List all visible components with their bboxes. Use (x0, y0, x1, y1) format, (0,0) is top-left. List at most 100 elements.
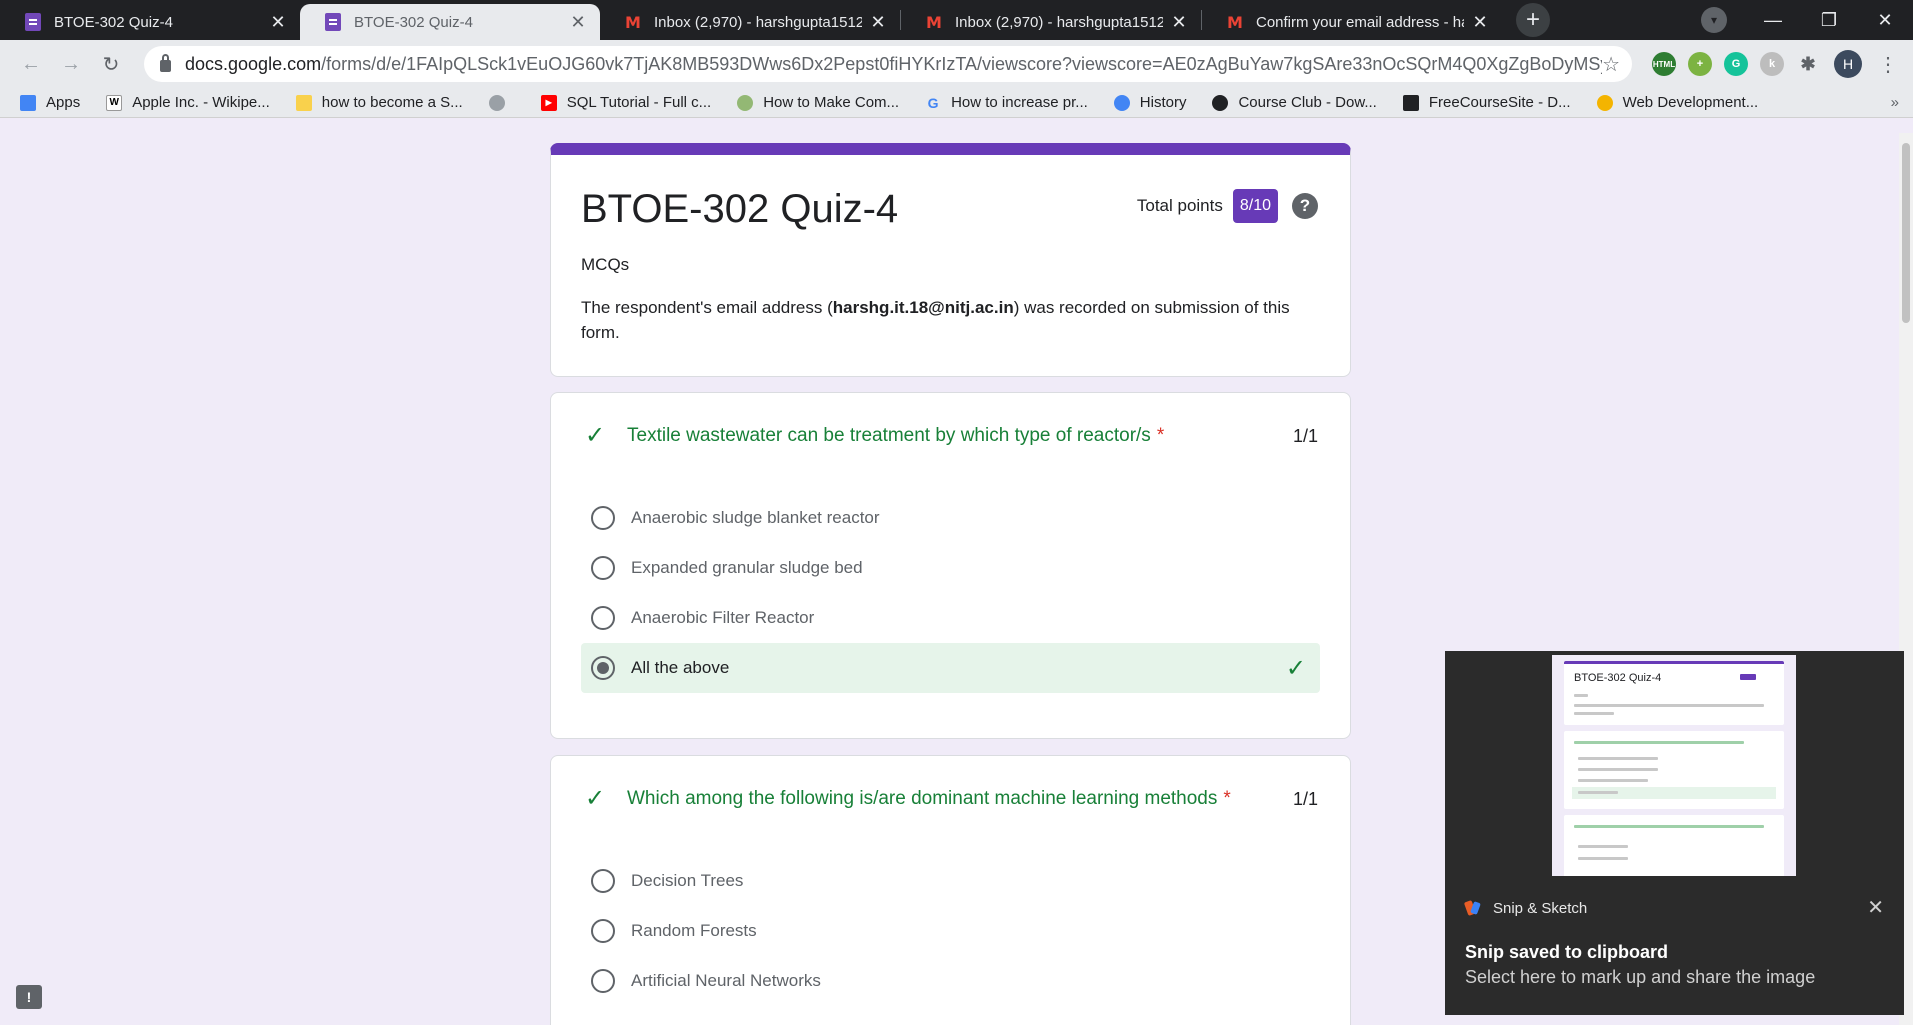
bookmark-item[interactable] (488, 94, 515, 111)
url-host: docs.google.com (185, 53, 322, 74)
answer-option[interactable]: All the above ✓ (581, 643, 1320, 693)
google-icon: G (927, 94, 939, 111)
question-text: Which among the following is/are dominan… (627, 786, 1281, 812)
tab-title: BTOE-302 Quiz-4 (354, 13, 473, 31)
url-text[interactable]: docs.google.com/forms/d/e/1FAIpQLSck1vEu… (185, 54, 1602, 75)
bookmark-item[interactable]: History (1113, 94, 1186, 111)
question-card: ✓ Textile wastewater can be treatment by… (550, 392, 1351, 739)
bookmark-star-icon[interactable]: ☆ (1602, 52, 1620, 77)
correct-check-icon: ✓ (585, 422, 606, 449)
back-arrow-icon[interactable]: ← (14, 47, 48, 81)
option-label: All the above (631, 658, 730, 677)
bookmark-label: How to Make Com... (763, 94, 900, 111)
snip-thumbnail[interactable]: BTOE-302 Quiz-4 (1552, 655, 1796, 876)
close-tab-icon[interactable]: ✕ (868, 12, 888, 32)
question-header: ✓ Which among the following is/are domin… (585, 786, 1318, 812)
scrollbar-thumb[interactable] (1902, 143, 1910, 323)
bookmark-label: Web Development... (1622, 94, 1759, 111)
close-tab-icon[interactable]: ✕ (1470, 12, 1490, 32)
grammarly-icon[interactable]: G (1724, 52, 1748, 76)
tab-search-icon[interactable]: ▾ (1701, 7, 1727, 33)
radio-empty-icon[interactable] (591, 919, 615, 943)
bookmark-item[interactable]: How to Make Com... (737, 94, 899, 111)
restore-icon[interactable]: ❐ (1801, 10, 1857, 31)
forms-icon (324, 13, 342, 31)
correct-check-icon: ✓ (585, 785, 606, 812)
folder-note-icon (295, 94, 312, 111)
radio-empty-icon[interactable] (591, 606, 615, 630)
close-tab-icon[interactable]: ✕ (1169, 12, 1189, 32)
radio-empty-icon[interactable] (591, 556, 615, 580)
apps-grid-icon (20, 94, 36, 111)
bookmark-item[interactable]: how to become a S... (295, 94, 463, 111)
thumb-title: BTOE-302 Quiz-4 (1574, 672, 1662, 684)
toast-app-label: Snip & Sketch (1465, 899, 1587, 917)
bookmark-item[interactable]: FreeCourseSite - D... (1402, 94, 1571, 111)
close-tab-icon[interactable]: ✕ (568, 12, 588, 32)
bookmark-item[interactable]: Apps (20, 94, 80, 111)
browser-tab[interactable]: BTOE-302 Quiz-4 ✕ (0, 4, 300, 40)
option-label: Expanded granular sludge bed (631, 558, 863, 577)
answer-option[interactable]: Decision Trees (581, 856, 1320, 906)
total-points: Total points 8/10 ? (1137, 189, 1318, 223)
question-title: Which among the following is/are dominan… (627, 788, 1218, 809)
option-label: Random Forests (631, 921, 757, 940)
answer-option[interactable]: Random Forests (581, 906, 1320, 956)
youtube-icon: ▶ (540, 94, 557, 111)
toast-close-icon[interactable]: ✕ (1867, 895, 1884, 920)
wikihow-icon (737, 94, 754, 111)
webdev-icon (1596, 94, 1613, 111)
gmail-icon: M (625, 12, 641, 32)
bookmark-item[interactable]: G How to increase pr... (925, 94, 1088, 111)
plus-extension-icon[interactable]: + (1688, 52, 1712, 76)
browser-toolbar: ← → ↻ docs.google.com/forms/d/e/1FAIpQLS… (0, 40, 1913, 88)
score-badge: 8/10 (1232, 189, 1278, 223)
bookmark-item[interactable]: ▶ SQL Tutorial - Full c... (540, 94, 711, 111)
bookmark-label: FreeCourseSite - D... (1428, 94, 1571, 111)
answer-option[interactable]: Expanded granular sludge bed (581, 543, 1320, 593)
bookmarks-bar: Apps W Apple Inc. - Wikipe... how to become… (0, 88, 1913, 118)
bookmark-item[interactable]: W Apple Inc. - Wikipe... (106, 94, 270, 111)
browser-tab-active[interactable]: BTOE-302 Quiz-4 ✕ (300, 4, 600, 40)
minimize-icon[interactable]: — (1745, 10, 1801, 31)
freecoursesite-icon (1402, 94, 1419, 111)
reload-icon[interactable]: ↻ (94, 47, 128, 81)
browser-tab[interactable]: M Confirm your email address - har ✕ (1202, 4, 1502, 40)
tab-title: Confirm your email address - har (1256, 13, 1464, 31)
options-list: Anaerobic sludge blanket reactor Expanded… (581, 493, 1320, 693)
close-tab-icon[interactable]: ✕ (268, 12, 288, 32)
wikipedia-icon: W (106, 94, 123, 111)
toast-app-name: Snip & Sketch (1493, 899, 1588, 917)
more-bookmarks-icon[interactable]: » (1891, 94, 1899, 111)
address-bar[interactable]: docs.google.com/forms/d/e/1FAIpQLSck1vEu… (144, 46, 1632, 82)
forms-icon (24, 13, 42, 31)
answer-option[interactable]: Artificial Neural Networks (581, 956, 1320, 1006)
ext-k-icon[interactable]: k (1760, 52, 1784, 76)
feedback-icon[interactable]: ! (16, 985, 42, 1009)
radio-empty-icon[interactable] (591, 506, 615, 530)
radio-empty-icon[interactable] (591, 969, 615, 993)
puzzle-extensions-icon[interactable]: ✱ (1796, 52, 1820, 76)
browser-tab[interactable]: M Inbox (2,970) - harshgupta15122 ✕ (901, 4, 1201, 40)
history-icon (1113, 94, 1130, 111)
correct-check-icon: ✓ (1285, 654, 1306, 682)
snip-notification[interactable]: BTOE-302 Quiz-4 Snip & Sketch ✕ Snip sav… (1445, 651, 1904, 1015)
answer-option[interactable]: Anaerobic Filter Reactor (581, 593, 1320, 643)
profile-avatar[interactable]: H (1834, 50, 1862, 78)
radio-empty-icon[interactable] (591, 869, 615, 893)
question-title: Textile wastewater can be treatment by w… (627, 425, 1151, 446)
toast-subtitle: Select here to mark up and share the ima… (1465, 967, 1816, 987)
question-header: ✓ Textile wastewater can be treatment by… (585, 423, 1318, 449)
question-score: 1/1 (1292, 426, 1318, 446)
bookmark-item[interactable]: Course Club - Dow... (1212, 94, 1377, 111)
html-extension-icon[interactable]: HTML (1652, 52, 1676, 76)
new-tab-button[interactable]: + (1516, 3, 1550, 37)
window-close-icon[interactable]: ✕ (1857, 10, 1913, 31)
answer-option[interactable]: Anaerobic sludge blanket reactor (581, 493, 1320, 543)
forward-arrow-icon[interactable]: → (54, 47, 88, 81)
bookmark-item[interactable]: Web Development... (1596, 94, 1759, 111)
radio-selected-icon[interactable] (591, 656, 615, 680)
menu-dots-icon[interactable]: ⋮ (1878, 52, 1898, 77)
browser-tab[interactable]: M Inbox (2,970) - harshgupta15122 ✕ (600, 4, 900, 40)
help-icon[interactable]: ? (1292, 193, 1318, 219)
